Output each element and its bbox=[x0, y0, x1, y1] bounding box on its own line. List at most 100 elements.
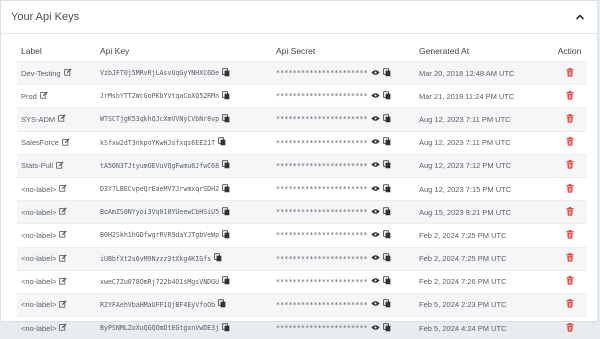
trash-icon[interactable] bbox=[565, 114, 574, 125]
row-generated-at: Feb 5, 2024 4:24 PM UTC bbox=[415, 316, 552, 339]
row-api-key: D3Y7LBECvpeQrEaeMV7JrwmxqrSDH2 bbox=[100, 185, 220, 194]
row-api-key-cell: R2YFAehVbaHMaUFF1QjBF4EyVfoOb bbox=[96, 292, 272, 317]
eye-icon[interactable] bbox=[371, 161, 380, 170]
copy-icon[interactable] bbox=[382, 67, 391, 79]
edit-icon[interactable] bbox=[59, 207, 68, 217]
row-api-key: B0H2Skh1hGDfwgrRVR9daYJTgbVeWp bbox=[100, 231, 220, 240]
copy-icon[interactable] bbox=[382, 91, 391, 102]
row-label: <no-label> bbox=[21, 277, 57, 287]
row-api-key-cell: BoAmZS0NYyoi3Vq018YUeewCbHSiU5 bbox=[96, 200, 272, 224]
row-api-key: kSfxw2dT3nkpoYKwHJsfxqs6EE21T bbox=[100, 138, 216, 147]
row-label-cell: SalesForce bbox=[17, 130, 96, 155]
copy-icon[interactable] bbox=[222, 322, 230, 334]
copy-icon[interactable] bbox=[382, 230, 391, 241]
trash-icon[interactable] bbox=[565, 322, 574, 334]
row-api-secret-cell: ********************** bbox=[272, 130, 415, 155]
row-action-cell bbox=[552, 60, 587, 85]
row-api-key: xweC7Zu078OmRj722b4O1sMgsVNDGU bbox=[100, 277, 220, 286]
copy-icon[interactable] bbox=[382, 276, 391, 287]
eye-icon[interactable] bbox=[371, 277, 380, 286]
copy-icon[interactable] bbox=[222, 230, 230, 241]
eye-icon[interactable] bbox=[371, 254, 380, 263]
row-label: Stats-Pull bbox=[21, 161, 54, 171]
row-action-cell bbox=[552, 153, 587, 178]
row-api-secret: ********************** bbox=[276, 115, 368, 124]
trash-icon[interactable] bbox=[565, 229, 574, 241]
row-action-cell bbox=[552, 84, 587, 108]
trash-icon[interactable] bbox=[565, 67, 574, 79]
copy-icon[interactable] bbox=[222, 67, 230, 79]
eye-icon[interactable] bbox=[371, 324, 380, 333]
copy-icon[interactable] bbox=[382, 207, 391, 218]
copy-icon[interactable] bbox=[382, 322, 391, 334]
row-api-key-cell: JrMsbYTT2WcGoPKbYVtqaCoXQ52RMn bbox=[96, 84, 272, 108]
row-label-cell: <no-label> bbox=[17, 316, 96, 339]
eye-icon[interactable] bbox=[371, 92, 380, 101]
edit-icon[interactable] bbox=[63, 68, 72, 78]
edit-icon[interactable] bbox=[58, 114, 66, 124]
trash-icon[interactable] bbox=[565, 206, 574, 218]
edit-icon[interactable] bbox=[59, 300, 68, 310]
copy-icon[interactable] bbox=[214, 253, 222, 264]
copy-icon[interactable] bbox=[382, 137, 391, 148]
copy-icon[interactable] bbox=[218, 299, 226, 310]
eye-icon[interactable] bbox=[371, 300, 380, 309]
copy-icon[interactable] bbox=[222, 276, 230, 287]
trash-icon[interactable] bbox=[565, 253, 574, 264]
trash-icon[interactable] bbox=[565, 137, 574, 148]
eye-icon[interactable] bbox=[371, 115, 380, 124]
eye-icon[interactable] bbox=[371, 208, 380, 217]
row-api-secret: ********************** bbox=[276, 324, 368, 333]
copy-icon[interactable] bbox=[222, 207, 230, 218]
row-generated-at: Feb 2, 2024 7:26 PM UTC bbox=[415, 269, 552, 294]
edit-icon[interactable] bbox=[59, 184, 68, 194]
table-row: Stats-Pull tA5ON3TJtyumGEVuVQgFwmu6JfwC68… bbox=[17, 153, 587, 178]
trash-icon[interactable] bbox=[565, 183, 574, 195]
edit-icon[interactable] bbox=[40, 91, 48, 101]
eye-icon[interactable] bbox=[371, 138, 380, 147]
edit-icon[interactable] bbox=[62, 138, 70, 148]
eye-icon[interactable] bbox=[371, 185, 380, 194]
row-label-cell: <no-label> bbox=[17, 292, 96, 317]
copy-icon[interactable] bbox=[222, 183, 230, 195]
row-label: <no-label> bbox=[21, 323, 57, 333]
copy-icon[interactable] bbox=[222, 91, 230, 102]
trash-icon[interactable] bbox=[565, 90, 574, 102]
table-row: <no-label> xweC7Zu078OmRj722b4O1sMgsVNDGU… bbox=[17, 269, 587, 294]
copy-icon[interactable] bbox=[382, 299, 391, 310]
row-api-secret: ********************** bbox=[276, 138, 368, 147]
copy-icon[interactable] bbox=[382, 160, 391, 171]
table-row: <no-label> D3Y7LBECvpeQrEaeMV7JrwmxqrSDH2… bbox=[17, 176, 587, 201]
table-row: SYS-ADM WTSCTjgK53qkhQJcXmVVNyCVbNr8vp ***… bbox=[17, 107, 587, 132]
row-api-key-cell: B0H2Skh1hGDfwgrRVR9daYJTgbVeWp bbox=[96, 223, 272, 247]
copy-icon[interactable] bbox=[382, 253, 391, 264]
eye-icon[interactable] bbox=[371, 231, 380, 240]
row-generated-at: Aug 12, 2023 7:15 PM UTC bbox=[415, 176, 552, 201]
edit-icon[interactable] bbox=[59, 323, 68, 333]
trash-icon[interactable] bbox=[565, 276, 574, 287]
edit-icon[interactable] bbox=[56, 161, 64, 171]
copy-icon[interactable] bbox=[222, 114, 230, 125]
edit-icon[interactable] bbox=[59, 253, 68, 264]
copy-icon[interactable] bbox=[222, 160, 230, 171]
table-header-row: Label Api Key Api Secret Generated At Ac… bbox=[17, 41, 587, 62]
copy-icon[interactable] bbox=[218, 137, 226, 148]
chevron-up-icon[interactable] bbox=[573, 10, 587, 24]
edit-icon[interactable] bbox=[59, 277, 68, 287]
row-label-cell: <no-label> bbox=[17, 200, 96, 224]
row-api-key: VzbJFT0j5MRvRjLAsvUqGyYNHXC6De bbox=[100, 69, 220, 78]
row-generated-at: Mar 20, 2018 12:48 AM UTC bbox=[415, 60, 552, 85]
row-label: <no-label> bbox=[21, 207, 57, 217]
trash-icon[interactable] bbox=[565, 160, 574, 171]
trash-icon[interactable] bbox=[565, 299, 574, 310]
row-api-secret-cell: ********************** bbox=[272, 60, 415, 85]
edit-icon[interactable] bbox=[59, 230, 68, 240]
eye-icon[interactable] bbox=[371, 69, 380, 78]
row-api-secret-cell: ********************** bbox=[272, 223, 415, 247]
row-action-cell bbox=[552, 269, 587, 294]
row-api-secret-cell: ********************** bbox=[272, 200, 415, 224]
copy-icon[interactable] bbox=[382, 114, 391, 125]
row-action-cell bbox=[552, 176, 587, 201]
row-action-cell bbox=[552, 130, 587, 155]
copy-icon[interactable] bbox=[382, 183, 391, 195]
